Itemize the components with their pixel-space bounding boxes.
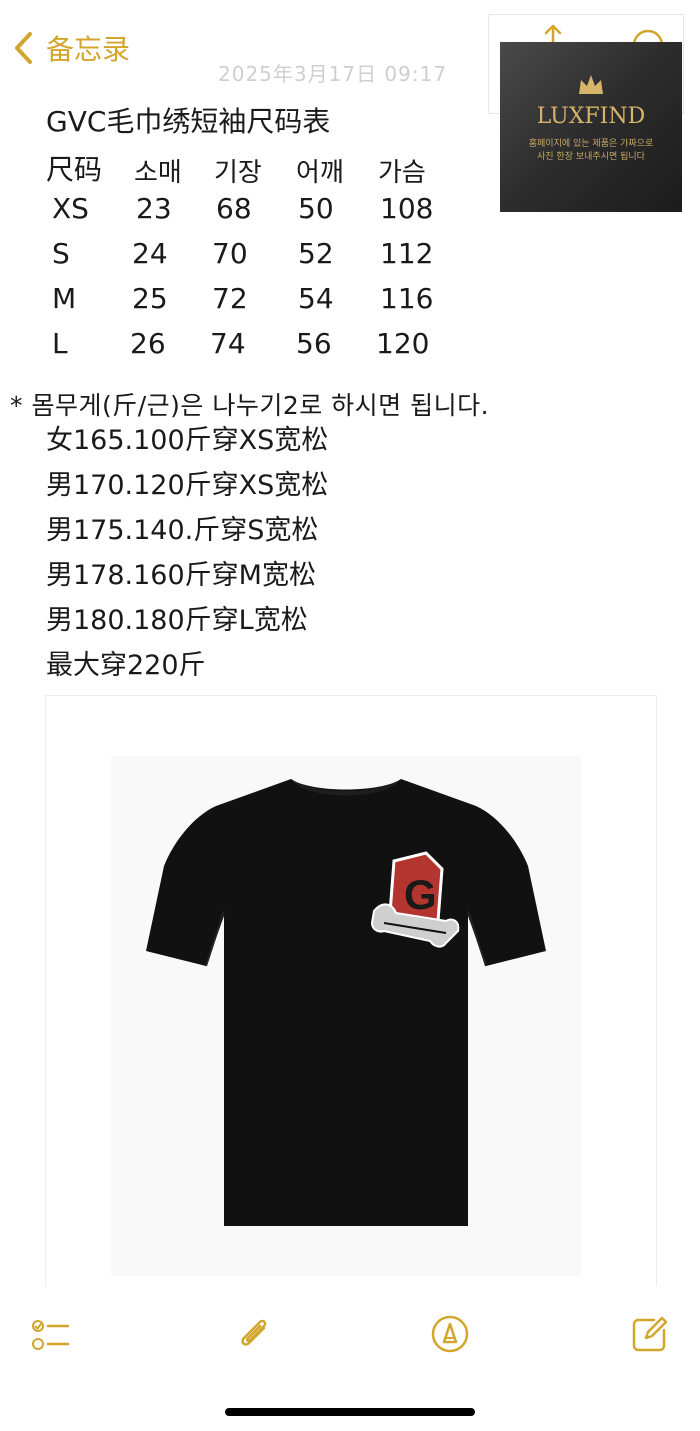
recommendation-line: 最大穿220斤: [46, 650, 206, 681]
length-cell: 74: [210, 327, 246, 360]
length-cell: 70: [212, 237, 248, 270]
paperclip-icon[interactable]: [234, 1314, 274, 1354]
header-chest: 가슴: [378, 158, 426, 188]
recommendation-line: 男178.160斤穿M宽松: [46, 560, 316, 591]
compose-icon[interactable]: [630, 1314, 670, 1354]
svg-text:G: G: [404, 871, 437, 918]
tshirt-graphic: G: [146, 779, 546, 1226]
watermark-line1: 홈페이지에 있는 제품은 가짜으로: [528, 139, 654, 149]
table-row: S 24 70 52 112: [46, 237, 466, 271]
chest-cell: 108: [380, 192, 434, 225]
shoulder-cell: 52: [298, 237, 334, 270]
crown-icon: [579, 75, 603, 94]
recommendation-line: 男170.120斤穿XS宽松: [46, 470, 329, 501]
size-cell: M: [52, 282, 77, 315]
length-cell: 68: [216, 192, 252, 225]
sleeve-cell: 23: [136, 192, 172, 225]
checklist-icon[interactable]: [30, 1314, 70, 1354]
sleeve-cell: 24: [132, 237, 168, 270]
size-cell: S: [52, 237, 70, 270]
chest-cell: 112: [380, 237, 434, 270]
shoulder-cell: 50: [298, 192, 334, 225]
watermark-brand: LUXFIND: [536, 104, 646, 129]
weight-remark: * 몸무게(斤/근)은 나누기2로 하시면 됩니다.: [10, 391, 490, 420]
shoulder-cell: 54: [298, 282, 334, 315]
header-length: 기장: [214, 158, 262, 188]
header-size: 尺码: [46, 153, 103, 186]
product-image[interactable]: G: [45, 695, 657, 1286]
chevron-left-icon: [15, 32, 32, 64]
recommendation-line: 女165.100斤穿XS宽松: [46, 425, 329, 456]
table-row: L 26 74 56 120: [46, 327, 466, 361]
back-label: 备忘录: [46, 33, 131, 66]
markup-pen-icon[interactable]: [430, 1314, 470, 1354]
header-sleeve: 소매: [134, 158, 182, 188]
shoulder-cell: 56: [296, 327, 332, 360]
chest-cell: 120: [376, 327, 430, 360]
note-title: GVC毛巾绣短袖尺码表: [46, 105, 331, 138]
size-cell: L: [52, 327, 68, 360]
table-row: M 25 72 54 116: [46, 282, 466, 316]
size-cell: XS: [52, 192, 89, 225]
back-button[interactable]: 备忘录: [12, 28, 130, 68]
note-date: 2025年3月17日 09:17: [218, 62, 448, 86]
length-cell: 72: [212, 282, 248, 315]
home-indicator[interactable]: [225, 1408, 475, 1416]
sleeve-cell: 26: [130, 327, 166, 360]
recommendation-line: 男175.140.斤穿S宽松: [46, 515, 319, 546]
table-row: XS 23 68 50 108: [46, 192, 466, 226]
recommendation-line: 男180.180斤穿L宽松: [46, 605, 308, 636]
size-table-header: 尺码 소매 기장 어깨 가슴: [46, 148, 466, 188]
luxfind-watermark: LUXFIND 홈페이지에 있는 제품은 가짜으로 사진 한장 보내주시면 됩니…: [500, 42, 682, 212]
watermark-line2: 사진 한장 보내주시면 됩니다: [537, 152, 645, 162]
header-shoulder: 어깨: [296, 158, 344, 188]
chest-cell: 116: [380, 282, 434, 315]
sleeve-cell: 25: [132, 282, 168, 315]
